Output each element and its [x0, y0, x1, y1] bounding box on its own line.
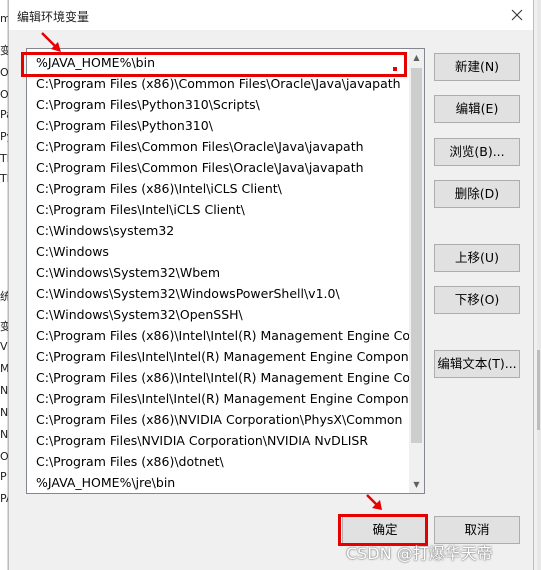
- path-list[interactable]: %JAVA_HOME%\bin C:\Program Files (x86)\C…: [26, 48, 425, 494]
- highlight-annotation-first-item: [21, 52, 407, 77]
- path-list-item[interactable]: C:\Windows\System32\OpenSSH\: [27, 304, 411, 325]
- path-list-item[interactable]: C:\Program Files (x86)\dotnet\: [27, 451, 411, 472]
- path-list-item[interactable]: %JAVA_HOME%\jre\bin: [27, 472, 411, 493]
- background-text: 变: [0, 320, 8, 333]
- path-list-item[interactable]: C:\Program Files\Intel\Intel(R) Manageme…: [27, 346, 411, 367]
- dialog-title: 编辑环境变量: [17, 10, 90, 24]
- scroll-down-icon[interactable]: ▼: [409, 476, 424, 493]
- path-list-item[interactable]: C:\Program Files\Common Files\Oracle\Jav…: [27, 157, 411, 178]
- background-text: TE: [0, 152, 8, 165]
- path-list-item[interactable]: C:\Windows\System32\Wbem: [27, 262, 411, 283]
- background-window: m 变 O O Pa Py TE TM 统 变 Vi M N N N O P P…: [0, 0, 8, 570]
- background-text: P: [0, 470, 7, 483]
- path-list-item[interactable]: C:\Program Files\Intel\iCLS Client\: [27, 199, 411, 220]
- edit-text-button[interactable]: 编辑文本(T)...: [434, 350, 520, 378]
- arrow-annotation-icon: [366, 494, 382, 510]
- path-list-item[interactable]: C:\Program Files\Intel\Intel(R) Manageme…: [27, 388, 411, 409]
- path-list-rows: %JAVA_HOME%\bin C:\Program Files (x86)\C…: [27, 52, 411, 493]
- scroll-up-icon[interactable]: ▲: [409, 49, 424, 66]
- path-list-item[interactable]: C:\Program Files\NVIDIA Corporation\NVID…: [27, 430, 411, 451]
- path-list-item[interactable]: C:\Windows\System32\WindowsPowerShell\v1…: [27, 283, 411, 304]
- path-list-item[interactable]: C:\Windows\system32: [27, 220, 411, 241]
- close-button[interactable]: [507, 4, 527, 26]
- background-text: 统: [0, 290, 8, 303]
- path-list-item[interactable]: C:\Program Files (x86)\Intel\iCLS Client…: [27, 178, 411, 199]
- path-list-item[interactable]: C:\Program Files (x86)\Intel\Intel(R) Ma…: [27, 367, 411, 388]
- background-text: PA: [0, 492, 8, 505]
- background-window-edge: [537, 0, 541, 570]
- edit-button[interactable]: 编辑(E): [434, 95, 520, 123]
- background-text: 变: [0, 44, 8, 57]
- background-text: O: [0, 450, 8, 463]
- vertical-scrollbar[interactable]: ▲ ▼: [409, 49, 424, 493]
- background-text: Py: [0, 130, 8, 143]
- path-list-item[interactable]: C:\Program Files (x86)\NVIDIA Corporatio…: [27, 409, 411, 430]
- arrow-annotation-icon: [41, 32, 61, 52]
- move-up-button[interactable]: 上移(U): [434, 244, 520, 272]
- path-list-item[interactable]: C:\Program Files\Python310\: [27, 115, 411, 136]
- background-text: Pa: [0, 108, 8, 121]
- background-text: N: [0, 384, 8, 397]
- new-button[interactable]: 新建(N): [434, 53, 520, 81]
- background-text: Vi: [0, 340, 8, 353]
- browse-button[interactable]: 浏览(B)...: [434, 138, 520, 166]
- watermark: CSDN @打爆华天帝: [346, 544, 493, 563]
- background-text: O: [0, 66, 8, 79]
- background-scrollbar: [537, 350, 540, 430]
- background-text: m: [0, 12, 8, 25]
- delete-button[interactable]: 删除(D): [434, 180, 520, 208]
- annotation-dot: [393, 67, 397, 71]
- title-bar: 编辑环境变量: [9, 0, 533, 30]
- background-text: M: [0, 362, 8, 375]
- background-text: O: [0, 88, 8, 101]
- move-down-button[interactable]: 下移(O): [434, 286, 520, 314]
- edit-env-variable-dialog: 编辑环境变量 %JAVA_HOME%\bin C:\Program Files …: [8, 0, 534, 570]
- path-list-item[interactable]: C:\Windows: [27, 241, 411, 262]
- background-text: N: [0, 406, 8, 419]
- scrollbar-thumb[interactable]: [411, 68, 422, 443]
- close-icon: [511, 9, 523, 21]
- path-list-item[interactable]: C:\Program Files (x86)\Intel\Intel(R) Ma…: [27, 325, 411, 346]
- background-text: TM: [0, 172, 8, 185]
- path-list-item[interactable]: C:\Program Files\Python310\Scripts\: [27, 94, 411, 115]
- background-text: N: [0, 428, 8, 441]
- path-list-item[interactable]: C:\Program Files\Common Files\Oracle\Jav…: [27, 136, 411, 157]
